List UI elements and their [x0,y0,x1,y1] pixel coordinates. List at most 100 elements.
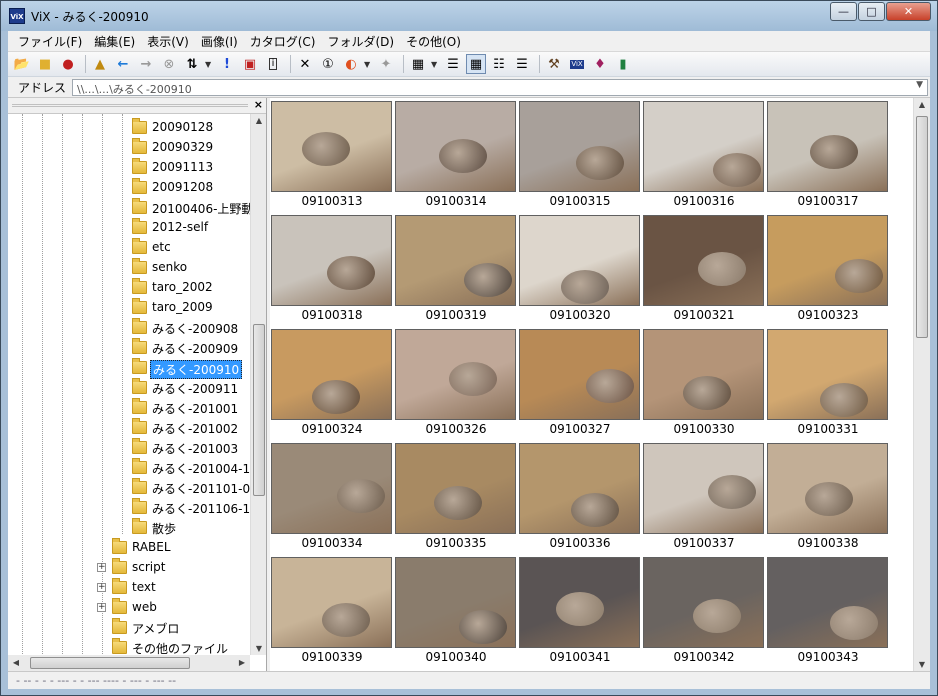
thumbnail-item[interactable]: 09100334 [270,440,394,554]
slideshow-icon[interactable]: ▣ [240,54,260,74]
plugin-icon[interactable]: ✦ [376,54,396,74]
thumbnail-item[interactable]: 09100341 [518,554,642,668]
open-folder-icon[interactable]: 📂 [12,54,32,74]
info-icon[interactable]: i [263,54,283,74]
thumbnail-item[interactable]: 09100327 [518,326,642,440]
thumbnail-item[interactable]: 09100321 [642,212,766,326]
back-icon[interactable]: ← [113,54,133,74]
tree-item[interactable]: + script [8,558,248,578]
minimize-button[interactable]: — [830,2,857,21]
color-icon[interactable]: ◐ [341,54,361,74]
thumbnail-item[interactable]: 09100314 [394,98,518,212]
tree-close-icon[interactable]: × [254,98,263,111]
expand-icon[interactable]: + [97,583,106,592]
address-input[interactable]: \\...\...\みるく-200910 ▼ [72,78,928,96]
tree-item[interactable]: みるく-201002 [8,418,248,438]
scroll-up-icon[interactable]: ▲ [251,116,267,125]
tree-item[interactable]: みるく-200911 [8,378,248,398]
thumbnail-item[interactable]: 09100320 [518,212,642,326]
exit-icon[interactable]: ▮ [613,54,633,74]
thumbnail-item[interactable]: 09100317 [766,98,890,212]
menu-item[interactable]: フォルダ(D) [321,33,400,50]
mark-icon[interactable]: ! [217,54,237,74]
thumbnail-item[interactable]: 09100335 [394,440,518,554]
list-icon[interactable]: ☰ [512,54,532,74]
tree-item[interactable]: みるく-200908 [8,318,248,338]
tree-item[interactable]: 20090128 [8,118,248,138]
forward-icon[interactable]: → [136,54,156,74]
up-folder-icon[interactable]: ▲ [90,54,110,74]
expand-icon[interactable]: + [97,603,106,612]
tree-item[interactable]: みるく-200910 [8,358,248,379]
tree-item[interactable]: みるく-201101-05 [8,478,250,498]
scroll-right-icon[interactable]: ▶ [234,658,250,667]
title-bar[interactable]: ViX ViX - みるく-200910 — □ ✕ [1,1,937,31]
scroll-down-icon[interactable]: ▼ [914,660,930,669]
thumbnail-item[interactable]: 09100324 [270,326,394,440]
address-dropdown-icon[interactable]: ▼ [916,80,923,90]
tree-item[interactable]: senko [8,258,248,278]
thumbnail-item[interactable]: 09100331 [766,326,890,440]
thumbnail-item[interactable]: 09100340 [394,554,518,668]
tree-item[interactable]: + web [8,598,248,618]
expand-icon[interactable]: + [97,563,106,572]
stop-icon[interactable]: ⊗ [159,54,179,74]
tree-item[interactable]: 20091208 [8,178,248,198]
tree-item[interactable]: etc [8,238,248,258]
new-folder-icon[interactable]: ■ [35,54,55,74]
menu-item[interactable]: ファイル(F) [12,33,88,50]
thumbnail-item[interactable]: 09100313 [270,98,394,212]
details-icon[interactable]: ☰ [443,54,463,74]
tree-item[interactable]: 20100406-上野動 [8,198,250,218]
tree-item[interactable]: taro_2009 [8,298,248,318]
tree-item[interactable]: みるく-201003 [8,438,248,458]
tree-item[interactable]: みるく-201106-12 [8,498,250,518]
view-mode-icon[interactable]: ▦ [408,54,428,74]
tree-item[interactable]: RABEL [8,538,248,558]
thumbnail-item[interactable]: 09100338 [766,440,890,554]
tree-horizontal-scrollbar[interactable]: ◀ ▶ [8,655,250,671]
thumbnail-vertical-scrollbar[interactable]: ▲ ▼ [913,98,930,671]
thumbnail-item[interactable]: 09100319 [394,212,518,326]
thumbnail-item[interactable]: 09100315 [518,98,642,212]
thumbnail-item[interactable]: 09100336 [518,440,642,554]
delete-icon[interactable]: ✕ [295,54,315,74]
thumbnail-item[interactable]: 09100316 [642,98,766,212]
scroll-down-icon[interactable]: ▼ [251,644,267,653]
rename-icon[interactable]: ① [318,54,338,74]
bookmark-icon[interactable]: ● [58,54,78,74]
tree-item[interactable]: taro_2002 [8,278,248,298]
tree-item[interactable]: アメブロ [8,618,248,638]
thumbnail-item[interactable]: 09100343 [766,554,890,668]
thumbnail-item[interactable]: 09100323 [766,212,890,326]
help-icon[interactable]: ♦ [590,54,610,74]
thumbnail-scroll-thumb[interactable] [916,116,928,338]
menu-item[interactable]: 画像(I) [195,33,244,50]
color-dropdown-icon[interactable]: ▼ [364,60,372,69]
menu-item[interactable]: 編集(E) [88,33,141,50]
large-thumbnails-icon[interactable]: ▦ [466,54,486,74]
thumbnail-item[interactable]: 09100337 [642,440,766,554]
tree-item[interactable]: 20091113 [8,158,248,178]
thumbnail-item[interactable]: 09100326 [394,326,518,440]
view-dropdown-icon[interactable]: ▼ [431,60,439,69]
thumbnail-item[interactable]: 09100330 [642,326,766,440]
scroll-up-icon[interactable]: ▲ [914,100,930,109]
tree-scroll-thumb[interactable] [253,324,265,496]
tree-item[interactable]: 2012-self [8,218,248,238]
menu-item[interactable]: 表示(V) [141,33,195,50]
tree-item[interactable]: + text [8,578,248,598]
close-button[interactable]: ✕ [886,2,931,21]
maximize-button[interactable]: □ [858,2,885,21]
tree-item[interactable]: 散歩 [8,518,248,538]
tree-item[interactable]: みるく-200909 [8,338,248,358]
menu-item[interactable]: カタログ(C) [244,33,322,50]
thumbnail-item[interactable]: 09100342 [642,554,766,668]
scroll-left-icon[interactable]: ◀ [8,658,24,667]
tools-icon[interactable]: ⚒ [544,54,564,74]
vix-icon[interactable]: ViX [567,54,587,74]
tree-item[interactable]: みるく-201004-12 [8,458,250,478]
thumbnail-item[interactable]: 09100339 [270,554,394,668]
sort-icon[interactable]: ⇅ [182,54,202,74]
tree-item[interactable]: その他のファイル [8,638,248,655]
